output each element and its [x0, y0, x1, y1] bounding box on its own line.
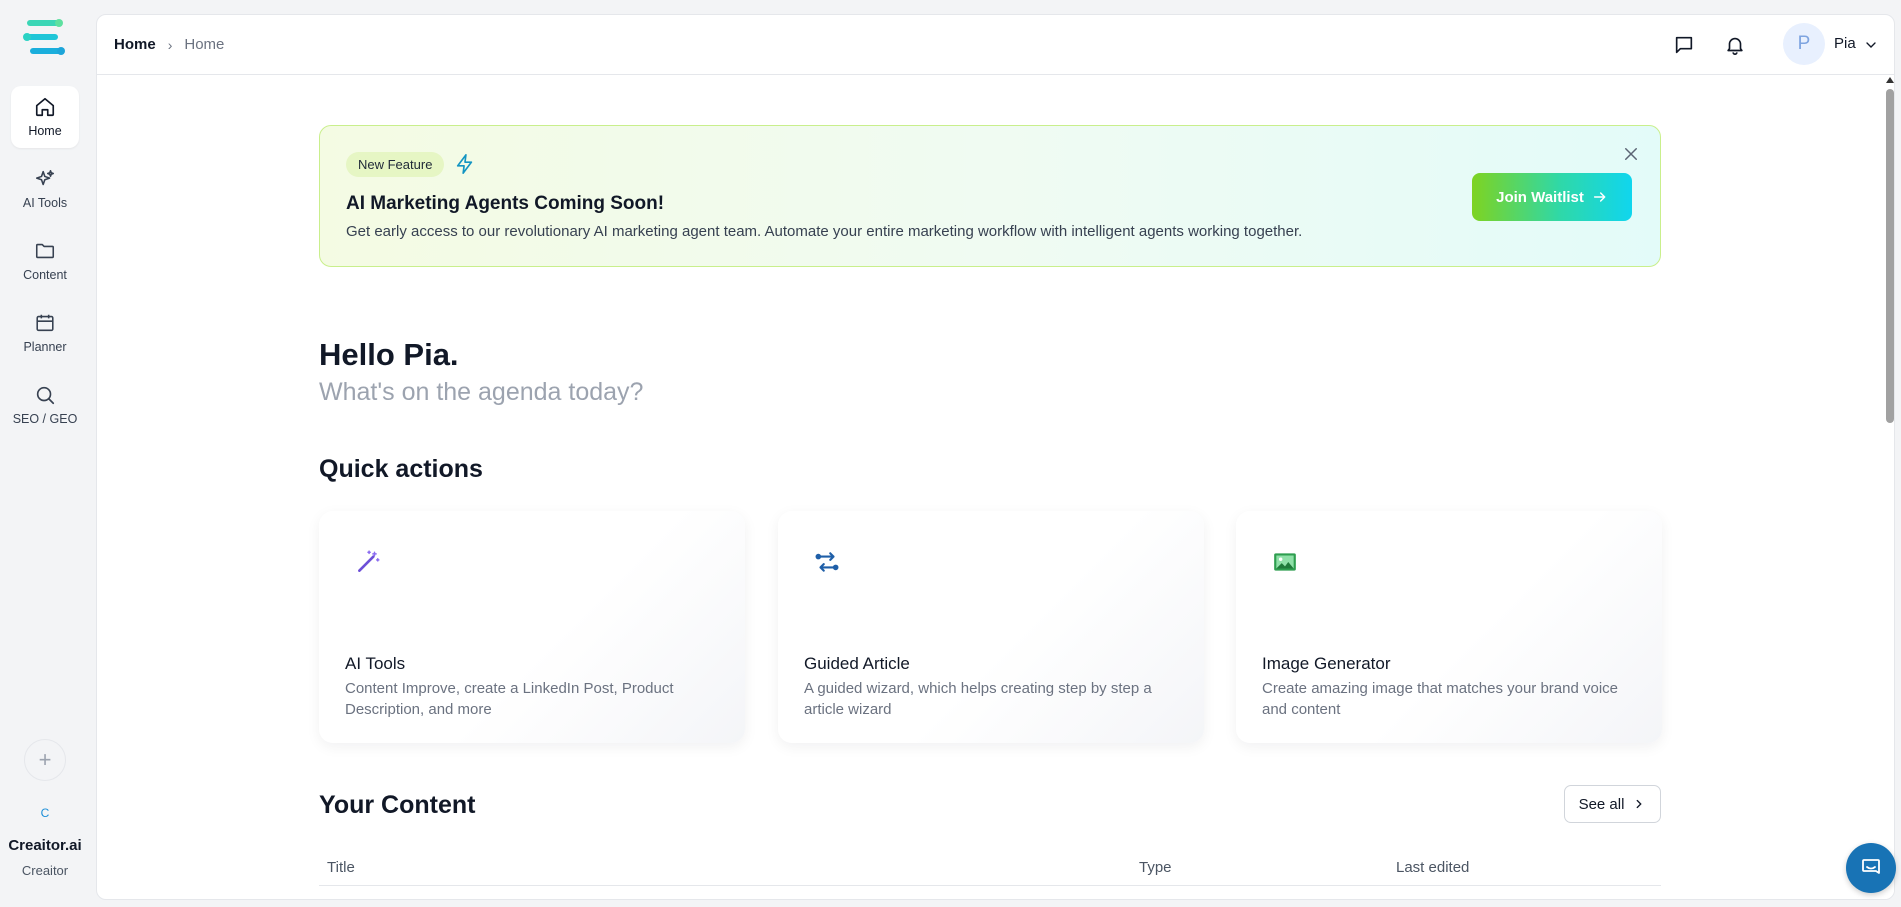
sidebar-item-label: SEO / GEO [12, 412, 78, 426]
close-icon[interactable] [1622, 145, 1640, 163]
banner-text: Get early access to our revolutionary AI… [346, 223, 1303, 240]
workspace-subtitle: Creaitor [21, 863, 69, 878]
feature-banner: New Feature AI Marketing Agents Coming S… [319, 125, 1661, 267]
message-icon[interactable] [1673, 34, 1695, 56]
card-description: Content Improve, create a LinkedIn Post,… [345, 680, 674, 718]
chevron-right-icon [1637, 799, 1643, 809]
sidebar-nav: Home AI Tools Content Planner SEO / GEO [11, 86, 79, 446]
image-icon [1274, 553, 1296, 571]
see-all-label: See all [1578, 795, 1625, 813]
sidebar-item-home[interactable]: Home [11, 86, 79, 148]
folder-icon [35, 243, 55, 259]
creaitor-logo[interactable] [21, 17, 69, 61]
scrollbar[interactable] [1883, 75, 1894, 899]
add-workspace-button[interactable]: + [24, 739, 66, 781]
scroll-thumb[interactable] [1886, 89, 1894, 423]
breadcrumb-root[interactable]: Home [114, 36, 156, 53]
column-header-last-edited[interactable]: Last edited [1396, 859, 1469, 876]
chat-support-button[interactable] [1846, 843, 1896, 893]
chevron-right-icon: › [167, 36, 173, 53]
magic-wand-icon [358, 550, 380, 572]
scroll-up-arrow[interactable] [1886, 77, 1894, 83]
content-table-header: Title Type Last edited [319, 853, 1661, 886]
search-icon [36, 386, 55, 405]
join-waitlist-button[interactable]: Join Waitlist [1472, 173, 1632, 221]
your-content-title: Your Content [319, 791, 476, 819]
quick-actions-title: Quick actions [319, 455, 483, 483]
see-all-button[interactable]: See all [1564, 785, 1661, 823]
column-header-type[interactable]: Type [1139, 859, 1172, 876]
sparkles-icon [35, 169, 55, 186]
card-title: AI Tools [345, 654, 406, 673]
workspace-initial[interactable]: C [0, 806, 90, 820]
greeting-subtitle: What's on the agenda today? [319, 378, 644, 406]
route-icon [815, 552, 839, 572]
sidebar-item-label: Content [23, 268, 67, 282]
sidebar-item-ai-tools[interactable]: AI Tools [11, 158, 79, 220]
breadcrumb-current: Home [184, 36, 225, 53]
join-waitlist-label: Join Waitlist [1496, 188, 1584, 206]
workspace-name[interactable]: Creaitor.ai [0, 837, 90, 854]
user-name[interactable]: Pia [1834, 35, 1856, 52]
lightning-icon [456, 154, 473, 174]
card-title: Image Generator [1262, 654, 1391, 673]
plus-icon: + [38, 747, 52, 772]
sidebar-item-seo-geo[interactable]: SEO / GEO [11, 374, 79, 436]
arrow-right-icon [1593, 192, 1606, 202]
quick-action-image-generator[interactable]: Image Generator Create amazing image tha… [1236, 511, 1662, 743]
sidebar-item-planner[interactable]: Planner [11, 302, 79, 364]
sidebar-item-label: AI Tools [22, 196, 68, 210]
home-icon [35, 97, 55, 117]
banner-title: AI Marketing Agents Coming Soon! [346, 193, 665, 214]
sidebar: Home AI Tools Content Planner SEO / GEO … [0, 0, 96, 907]
calendar-icon [36, 314, 54, 332]
top-bar: Home › Home P Pia [97, 15, 1894, 75]
breadcrumb: Home › Home [114, 36, 224, 53]
card-title: Guided Article [804, 654, 910, 673]
quick-action-guided-article[interactable]: Guided Article A guided wizard, which he… [778, 511, 1204, 743]
avatar[interactable]: P [1783, 23, 1825, 65]
bell-icon[interactable] [1724, 34, 1746, 56]
card-description: A guided wizard, which helps creating st… [804, 680, 1152, 718]
sidebar-item-label: Planner [23, 340, 67, 354]
main-panel: Home › Home P Pia New Feature AI Marketi… [96, 14, 1895, 900]
chat-icon [1862, 859, 1880, 874]
column-header-title[interactable]: Title [327, 859, 355, 876]
new-feature-badge: New Feature [346, 152, 445, 177]
chevron-down-icon[interactable] [1863, 37, 1879, 53]
card-description: Create amazing image that matches your b… [1262, 680, 1619, 718]
sidebar-item-label: Home [28, 124, 62, 138]
greeting-title: Hello Pia. [319, 337, 459, 372]
sidebar-item-content[interactable]: Content [11, 230, 79, 292]
quick-action-ai-tools[interactable]: AI Tools Content Improve, create a Linke… [319, 511, 745, 743]
